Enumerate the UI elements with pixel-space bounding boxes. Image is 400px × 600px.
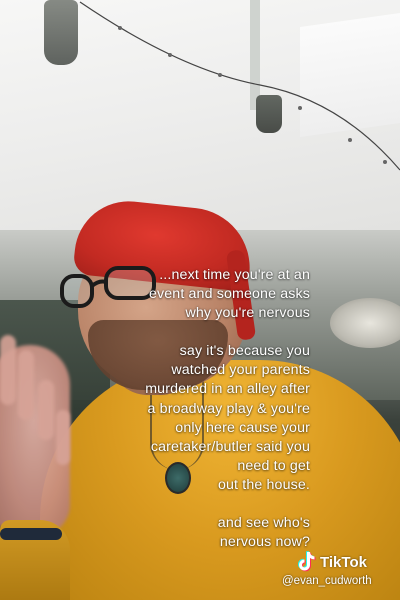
caption-overlay: ...next time you're at an event and some… [80, 266, 310, 552]
video-frame[interactable]: ...next time you're at an event and some… [0, 0, 400, 600]
finger [56, 410, 70, 465]
tiktok-brand-label: TikTok [320, 553, 367, 571]
finger [0, 335, 16, 405]
wristband [0, 528, 62, 540]
pendant-lamp [256, 95, 282, 133]
pendant-lamp [44, 0, 78, 65]
caption-paragraph: say it's because you watched your parent… [145, 343, 310, 493]
tiktok-logo-icon [298, 551, 316, 572]
caption-paragraph: ...next time you're at an event and some… [148, 267, 310, 322]
creator-handle: @evan_cudworth [282, 575, 372, 587]
finger [38, 380, 54, 440]
table-lamp [330, 298, 400, 348]
string-lights [79, 1, 400, 171]
tiktok-watermark: TikTok [296, 551, 367, 573]
finger [18, 350, 34, 420]
caption-paragraph: and see who's nervous now? [217, 515, 310, 551]
